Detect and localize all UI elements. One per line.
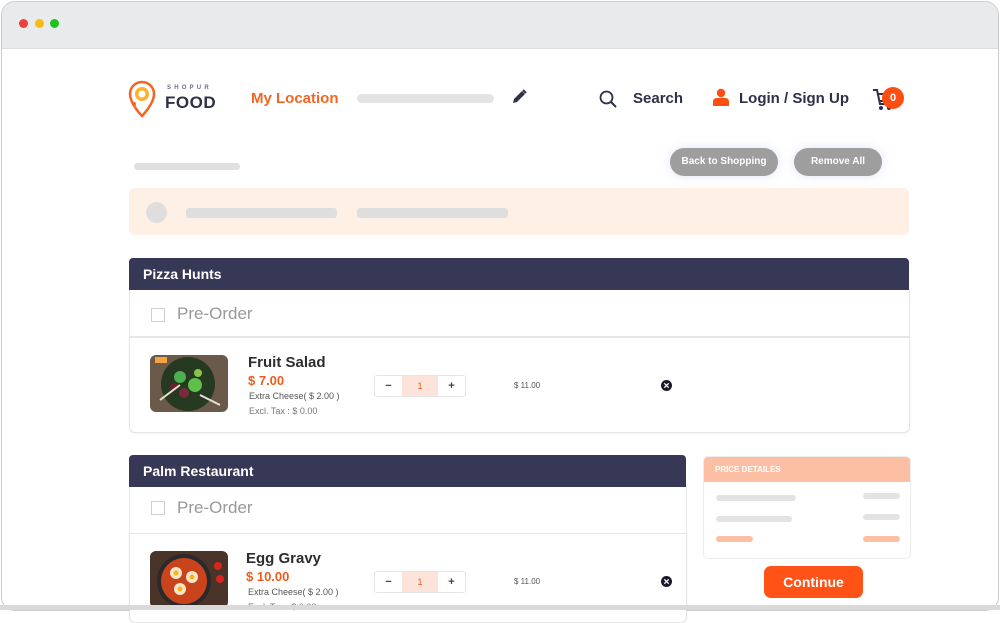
item-tax: Excl. Tax : $ 0.00 (249, 406, 318, 416)
location-pin-icon (128, 80, 156, 118)
item-addon: Extra Cheese( $ 2.00 ) (248, 587, 339, 597)
total-label-placeholder (716, 536, 753, 542)
preorder-label: Pre-Order (177, 498, 253, 517)
remove-all-button[interactable]: Remove All (794, 148, 882, 176)
login-signup-link[interactable]: Login / Sign Up (739, 90, 849, 107)
maximize-window-button[interactable] (50, 19, 59, 28)
price-line-placeholder (716, 516, 792, 522)
price-value-placeholder (863, 493, 900, 499)
increase-quantity-button[interactable]: + (438, 376, 465, 396)
item-price: $ 7.00 (248, 373, 285, 388)
item-image (150, 551, 228, 608)
price-details-card: PRICE DETAILES (703, 456, 911, 559)
back-to-shopping-button[interactable]: Back to Shopping (670, 148, 778, 176)
pencil-icon[interactable] (510, 89, 528, 105)
quantity-value[interactable]: 1 (402, 572, 438, 592)
item-name: Fruit Salad (248, 354, 326, 371)
cart-count-badge: 0 (882, 87, 904, 109)
remove-item-icon[interactable] (661, 576, 672, 587)
banner-text-placeholder (357, 208, 508, 218)
banner-text-placeholder (186, 208, 337, 218)
price-value-placeholder (863, 514, 900, 520)
preorder-row: Pre-Order (129, 487, 687, 534)
title-bar (2, 2, 998, 49)
item-name: Egg Gravy (246, 550, 322, 567)
restaurant-header: Pizza Hunts (129, 258, 909, 290)
preorder-checkbox[interactable] (151, 308, 165, 322)
remove-item-icon[interactable] (661, 380, 672, 391)
item-price: $ 10.00 (246, 569, 290, 584)
price-details-title: PRICE DETAILES (704, 457, 910, 482)
info-banner (129, 188, 909, 235)
logo-big-text: FOOD (165, 93, 217, 112)
preorder-label: Pre-Order (177, 304, 253, 323)
restaurant-header: Palm Restaurant (129, 455, 686, 487)
my-location-link[interactable]: My Location (251, 90, 339, 107)
quantity-value[interactable]: 1 (402, 376, 438, 396)
preorder-row: Pre-Order (129, 290, 910, 337)
item-total: $ 11.00 (514, 577, 541, 586)
location-placeholder (357, 94, 494, 103)
quantity-stepper: − 1 + (374, 571, 466, 593)
preorder-checkbox[interactable] (151, 501, 165, 515)
close-window-button[interactable] (19, 19, 28, 28)
item-image (150, 355, 228, 412)
search-link[interactable]: Search (633, 90, 683, 107)
total-value-placeholder (863, 536, 900, 542)
item-addon: Extra Cheese( $ 2.00 ) (249, 391, 340, 401)
search-icon[interactable] (599, 90, 617, 108)
banner-icon-placeholder (146, 202, 167, 223)
minimize-window-button[interactable] (35, 19, 44, 28)
continue-button[interactable]: Continue (764, 566, 863, 598)
decrease-quantity-button[interactable]: − (375, 572, 402, 592)
logo[interactable]: SHOPUR FOOD (127, 80, 227, 118)
item-total: $ 11.00 (514, 381, 541, 390)
page-title-placeholder (134, 163, 240, 170)
cart-item: Fruit Salad $ 7.00 Extra Cheese( $ 2.00 … (129, 337, 910, 433)
user-icon (713, 88, 729, 106)
quantity-stepper: − 1 + (374, 375, 466, 397)
logo-small-text: SHOPUR (167, 85, 212, 91)
price-line-placeholder (716, 495, 796, 501)
window-bottom-edge (0, 605, 1000, 610)
decrease-quantity-button[interactable]: − (375, 376, 402, 396)
increase-quantity-button[interactable]: + (438, 572, 465, 592)
